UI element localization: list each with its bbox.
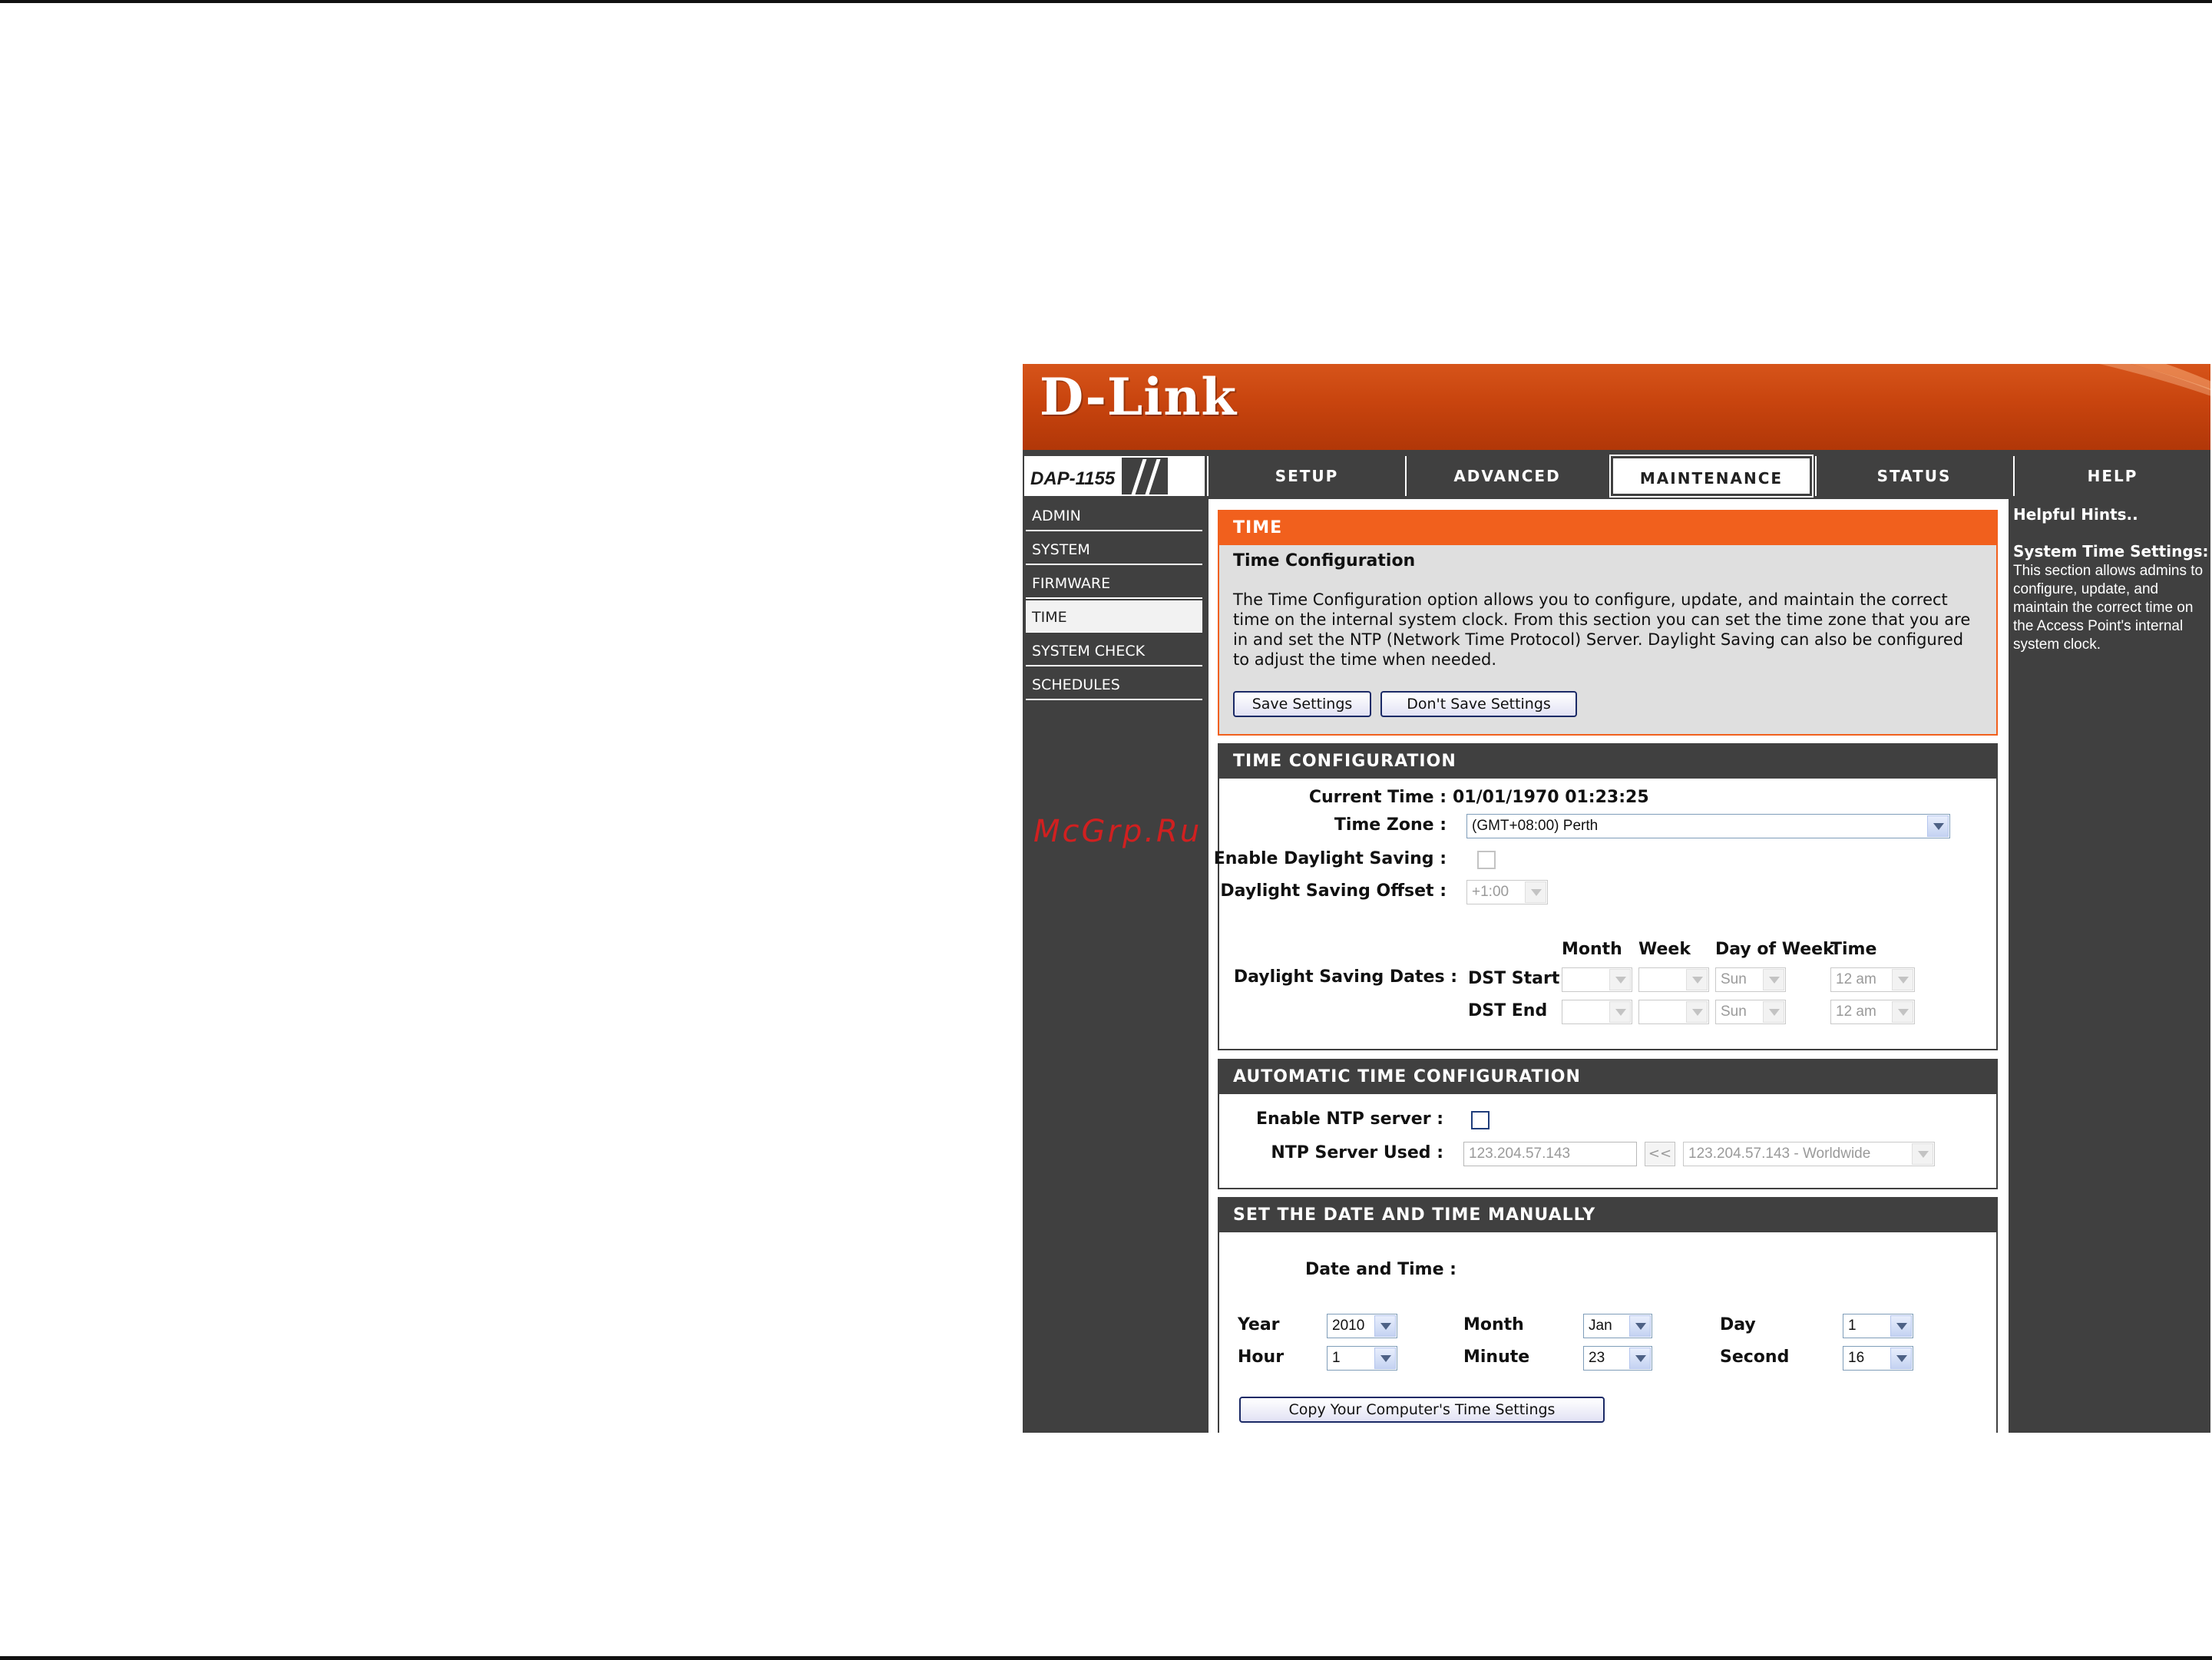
tab-help[interactable]: HELP (2013, 456, 2210, 496)
section-header-automatic-time: AUTOMATIC TIME CONFIGURATION (1219, 1060, 1996, 1094)
enable-ntp-label: Enable NTP server : (1255, 1109, 1443, 1129)
col-day-of-week-header: Day of Week (1715, 940, 1834, 959)
month-label: Month (1463, 1315, 1524, 1334)
col-month-header: Month (1562, 940, 1622, 959)
chevron-down-icon (1686, 1001, 1708, 1023)
save-settings-button[interactable]: Save Settings (1233, 691, 1371, 717)
chevron-down-icon (1374, 1315, 1396, 1337)
time-zone-label: Time Zone : (1334, 815, 1447, 835)
page-top-rule (0, 0, 2212, 3)
intro-description: The Time Configuration option allows you… (1233, 590, 1971, 669)
enable-ntp-checkbox[interactable] (1471, 1111, 1490, 1129)
daylight-saving-dates-label: Daylight Saving Dates : (1233, 967, 1457, 987)
dst-end-day-select[interactable]: Sun (1715, 1000, 1786, 1024)
tab-setup[interactable]: SETUP (1207, 456, 1405, 496)
dst-start-week-select[interactable] (1638, 967, 1709, 992)
copy-computer-time-button[interactable]: Copy Your Computer's Time Settings (1239, 1397, 1605, 1423)
date-and-time-label: Date and Time : (1305, 1260, 1456, 1279)
ntp-server-input[interactable]: 123.204.57.143 (1463, 1142, 1637, 1166)
router-admin-page: D-Link DAP-1155 SETUP ADVANCED MAINTENAN… (1023, 364, 2210, 1433)
daylight-saving-label: Enable Daylight Saving : (1213, 849, 1447, 868)
sidebar-item-system-check[interactable]: SYSTEM CHECK (1026, 634, 1202, 666)
tab-advanced[interactable]: ADVANCED (1405, 456, 1608, 496)
sidebar-item-system[interactable]: SYSTEM (1026, 533, 1202, 565)
main-content: TIME Time Configuration The Time Configu… (1208, 499, 2009, 1433)
dst-end-month-select[interactable] (1562, 1000, 1632, 1024)
dst-end-label: DST End (1468, 1001, 1548, 1020)
dst-start-label: DST Start (1468, 969, 1560, 988)
chevron-down-icon (1890, 1315, 1912, 1337)
second-select[interactable]: 16 (1843, 1346, 1913, 1371)
intro-subtitle: Time Configuration (1233, 551, 1416, 570)
hour-label: Hour (1238, 1348, 1285, 1367)
chevron-down-icon (1912, 1143, 1933, 1165)
chevron-down-icon (1629, 1348, 1651, 1369)
current-time-value: 01/01/1970 01:23:25 (1453, 788, 1649, 807)
month-select[interactable]: Jan (1583, 1314, 1652, 1338)
minute-label: Minute (1463, 1348, 1530, 1367)
help-title: Helpful Hints.. (2013, 505, 2138, 524)
dst-end-time-select[interactable]: 12 am (1830, 1000, 1915, 1024)
second-label: Second (1720, 1348, 1790, 1367)
chevron-down-icon (1374, 1348, 1396, 1369)
help-heading: System Time Settings: (2013, 542, 2209, 560)
minute-select[interactable]: 23 (1583, 1346, 1652, 1371)
chevron-down-icon (1686, 969, 1708, 990)
ntp-server-select[interactable]: 123.204.57.143 - Worldwide (1683, 1142, 1935, 1166)
watermark: McGrp.Ru (1033, 814, 1202, 849)
model-name: DAP-1155 (1030, 468, 1116, 489)
tab-status[interactable]: STATUS (1815, 456, 2012, 496)
help-text: This section allows admins to configure,… (2013, 563, 2204, 653)
page-bottom-rule (0, 1656, 2212, 1660)
chevron-down-icon (1890, 1348, 1912, 1369)
chevron-down-icon (1525, 881, 1546, 903)
col-week-header: Week (1638, 940, 1691, 959)
chevron-down-icon (1892, 1001, 1913, 1023)
chevron-down-icon (1892, 969, 1913, 990)
chevron-down-icon (1763, 969, 1784, 990)
automatic-time-configuration-section: AUTOMATIC TIME CONFIGURATION Enable NTP … (1218, 1059, 1998, 1189)
daylight-saving-offset-label: Daylight Saving Offset : (1220, 881, 1447, 901)
daylight-saving-checkbox[interactable] (1477, 851, 1496, 869)
chevron-down-icon (1927, 815, 1949, 837)
ntp-server-used-label: NTP Server Used : (1271, 1143, 1443, 1162)
ntp-copy-arrow-button[interactable]: << (1645, 1142, 1675, 1166)
day-label: Day (1720, 1315, 1756, 1334)
section-header-time: TIME (1219, 511, 1996, 545)
sidebar-item-time[interactable]: TIME (1026, 600, 1202, 633)
model-badge: DAP-1155 (1024, 456, 1205, 496)
sidebar-item-schedules[interactable]: SCHEDULES (1026, 668, 1202, 700)
top-nav: DAP-1155 SETUP ADVANCED MAINTENANCE STAT… (1023, 455, 2210, 498)
header-banner: D-Link (1023, 364, 2210, 450)
time-zone-select[interactable]: (GMT+08:00) Perth (1466, 814, 1950, 838)
dst-end-week-select[interactable] (1638, 1000, 1709, 1024)
dont-save-settings-button[interactable]: Don't Save Settings (1380, 691, 1577, 717)
chevron-down-icon (1629, 1315, 1651, 1337)
year-select[interactable]: 2010 (1327, 1314, 1397, 1338)
chevron-down-icon (1609, 1001, 1631, 1023)
sidebar-item-firmware[interactable]: FIRMWARE (1026, 567, 1202, 599)
sidebar: ADMIN SYSTEM FIRMWARE TIME SYSTEM CHECK … (1023, 499, 1205, 1433)
section-header-manual-date-time: SET THE DATE AND TIME MANUALLY (1219, 1199, 1996, 1232)
dst-start-day-select[interactable]: Sun (1715, 967, 1786, 992)
current-time-label: Current Time : (1308, 788, 1447, 807)
model-slash-graphic (1122, 458, 1168, 494)
daylight-saving-offset-select[interactable]: +1:00 (1466, 880, 1548, 904)
year-label: Year (1238, 1315, 1280, 1334)
help-panel: Helpful Hints.. System Time Settings: Th… (2010, 499, 2210, 1433)
manual-date-time-section: SET THE DATE AND TIME MANUALLY Date and … (1218, 1197, 1998, 1433)
dst-start-month-select[interactable] (1562, 967, 1632, 992)
day-select[interactable]: 1 (1843, 1314, 1913, 1338)
hour-select[interactable]: 1 (1327, 1346, 1397, 1371)
dlink-logo: D-Link (1040, 367, 1238, 427)
sidebar-item-admin[interactable]: ADMIN (1026, 499, 1202, 531)
dst-start-time-select[interactable]: 12 am (1830, 967, 1915, 992)
col-time-header: Time (1830, 940, 1877, 959)
time-configuration-section: TIME CONFIGURATION Current Time : 01/01/… (1214, 743, 1998, 1050)
chevron-down-icon (1609, 969, 1631, 990)
chevron-down-icon (1763, 1001, 1784, 1023)
section-header-time-configuration: TIME CONFIGURATION (1219, 745, 1996, 779)
intro-section: TIME Time Configuration The Time Configu… (1218, 510, 1998, 736)
tab-maintenance[interactable]: MAINTENANCE (1609, 455, 1814, 498)
